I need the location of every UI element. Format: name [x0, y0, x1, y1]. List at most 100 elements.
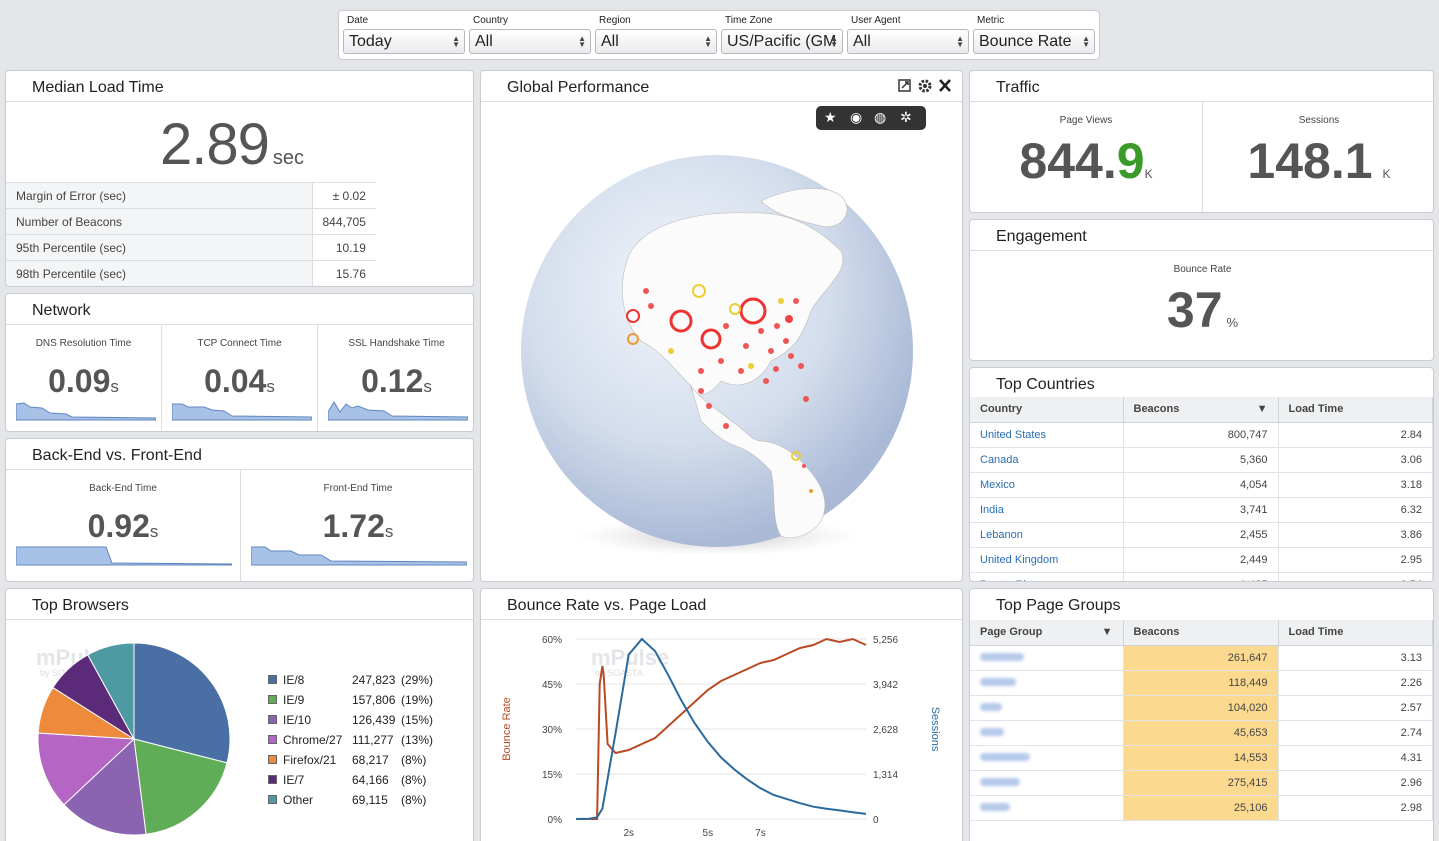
- filter-label: Country: [473, 15, 509, 26]
- pagegroup-link[interactable]: [970, 695, 1124, 721]
- table-row: Lebanon 2,455 3.86: [970, 522, 1433, 548]
- loadtime-cell: 2.95: [1278, 547, 1433, 573]
- table-row: 25,106 2.98: [970, 795, 1433, 821]
- timezone-select[interactable]: US/Pacific (GM ▲ ▼: [721, 29, 843, 54]
- column-header-beacons[interactable]: Beacons: [1123, 620, 1279, 646]
- bounce-rate-stat: Bounce Rate 37%: [970, 264, 1433, 339]
- loadtime-cell: 2.96: [1278, 770, 1433, 796]
- table-row: United Kingdom 2,449 2.95: [970, 547, 1433, 573]
- stat-label: DNS Resolution Time: [35, 338, 132, 349]
- pagegroup-link[interactable]: [970, 670, 1124, 696]
- panel-title: Back-End vs. Front-End: [32, 447, 202, 464]
- gear-icon[interactable]: ✲: [900, 109, 912, 126]
- loadtime-cell: 2.57: [1278, 695, 1433, 721]
- star-icon[interactable]: ★: [824, 109, 837, 126]
- country-link[interactable]: United States: [970, 422, 1124, 448]
- country-link[interactable]: Mexico: [970, 472, 1124, 498]
- column-header-beacons[interactable]: Beacons ▼: [1123, 397, 1279, 423]
- median-value: 2.89 sec: [160, 112, 305, 177]
- column-header-country[interactable]: Country: [970, 397, 1124, 423]
- legend-item: IE/9 157,806 (19%): [268, 691, 438, 711]
- tcp-stat: TCP Connect Time 0.04s: [162, 338, 317, 400]
- global-performance-panel: Global Performance ★ ◉ ◍ ✲: [480, 70, 963, 582]
- sort-desc-icon: ▼: [1256, 403, 1268, 415]
- legend-item: IE/8 247,823 (29%): [268, 671, 438, 691]
- y-tick-label: 0%: [548, 815, 563, 826]
- loadtime-cell: 3.06: [1278, 447, 1433, 473]
- country-link[interactable]: Canada: [970, 447, 1124, 473]
- legend-swatch: [268, 735, 277, 744]
- row-key: Margin of Error (sec): [6, 182, 313, 209]
- country-link[interactable]: Puerto Rico: [970, 572, 1124, 581]
- y2-tick-label: 3,942: [873, 680, 898, 691]
- y2-axis-label: Sessions: [929, 707, 941, 752]
- filter-label: User Agent: [851, 15, 901, 26]
- browser-pie-chart: [37, 642, 231, 836]
- panel-title: Median Load Time: [32, 79, 164, 96]
- globe-map: [521, 155, 913, 556]
- table-row: Canada 5,360 3.06: [970, 447, 1433, 473]
- y2-tick-label: 0: [873, 815, 879, 826]
- country-link[interactable]: United Kingdom: [970, 547, 1124, 573]
- frontend-sparkline: [251, 546, 467, 566]
- stat-value: 0.09s: [48, 363, 119, 399]
- beacons-cell: 14,553: [1123, 745, 1279, 771]
- settings-icon[interactable]: [918, 79, 932, 93]
- target-icon[interactable]: ◉: [850, 109, 862, 126]
- median-unit: sec: [272, 147, 305, 169]
- row-key: 98th Percentile (sec): [6, 260, 313, 286]
- network-panel: Network DNS Resolution Time 0.09s TCP Co…: [5, 293, 474, 432]
- beacons-cell: 2,455: [1123, 522, 1279, 548]
- top-page-groups-panel: Top Page Groups Page Group ▼ Beacons Load…: [969, 588, 1434, 841]
- table-row: Number of Beacons 844,705: [6, 208, 376, 235]
- table-row: 261,647 3.13: [970, 645, 1433, 671]
- pageviews-value: 844.9K: [1019, 133, 1153, 189]
- loadtime-cell: 2.54: [1278, 572, 1433, 581]
- beacons-cell: 2,449: [1123, 547, 1279, 573]
- sessions-stat: Sessions 148.1 K: [1203, 115, 1433, 190]
- column-header-pagegroup[interactable]: Page Group ▼: [970, 620, 1124, 646]
- beacons-cell: 275,415: [1123, 770, 1279, 796]
- panel-title: Top Page Groups: [996, 597, 1121, 614]
- pagegroup-link[interactable]: [970, 795, 1124, 821]
- date-select[interactable]: Today ▲ ▼: [343, 29, 465, 54]
- column-header-loadtime[interactable]: Load Time: [1278, 620, 1433, 646]
- y2-tick-label: 2,628: [873, 725, 898, 736]
- column-header-loadtime[interactable]: Load Time: [1278, 397, 1433, 423]
- pagegroup-link[interactable]: [970, 745, 1124, 771]
- country-link[interactable]: Lebanon: [970, 522, 1124, 548]
- loadtime-cell: 6.32: [1278, 497, 1433, 523]
- x-tick-label: 2s: [623, 828, 634, 839]
- table-row: Mexico 4,054 3.18: [970, 472, 1433, 498]
- pagegroup-link[interactable]: [970, 645, 1124, 671]
- loadtime-cell: 2.98: [1278, 795, 1433, 821]
- country-select[interactable]: All ▲ ▼: [469, 29, 591, 54]
- pagegroup-link[interactable]: [970, 720, 1124, 746]
- dns-stat: DNS Resolution Time 0.09s: [6, 338, 161, 400]
- legend-item: Other 69,115 (8%): [268, 791, 438, 811]
- country-link[interactable]: India: [970, 497, 1124, 523]
- table-row: 98th Percentile (sec) 15.76: [6, 260, 376, 286]
- select-arrows-icon: ▲ ▼: [1082, 34, 1090, 49]
- expand-icon[interactable]: [898, 79, 911, 92]
- loadtime-cell: 2.26: [1278, 670, 1433, 696]
- stat-label: TCP Connect Time: [197, 338, 282, 349]
- globe-icon[interactable]: ◍: [874, 109, 886, 126]
- table-row: United States 800,747 2.84: [970, 422, 1433, 448]
- metric-select[interactable]: Bounce Rate ▲ ▼: [973, 29, 1095, 54]
- pagegroup-link[interactable]: [970, 770, 1124, 796]
- useragent-select[interactable]: All ▲ ▼: [847, 29, 969, 54]
- y-tick-label: 15%: [542, 770, 562, 781]
- legend-swatch: [268, 695, 277, 704]
- stat-value: 1.72s: [322, 508, 394, 544]
- bounce-load-chart: 0% 15% 30% 45% 60% 0 1,314 2,628 3,942 5,256 2s 5s 7…: [501, 635, 941, 839]
- region-select[interactable]: All ▲ ▼: [595, 29, 717, 54]
- table-row: 95th Percentile (sec) 10.19: [6, 234, 376, 261]
- legend-item: Chrome/27 111,277 (13%): [268, 731, 438, 751]
- frontend-stat: Front-End Time 1.72s: [241, 483, 473, 545]
- beacons-cell: 5,360: [1123, 447, 1279, 473]
- beacons-cell: 3,741: [1123, 497, 1279, 523]
- sort-desc-icon: ▼: [1101, 626, 1113, 638]
- traffic-panel: Traffic Page Views 844.9K Sessions 148.1…: [969, 70, 1434, 213]
- close-icon[interactable]: [939, 79, 951, 92]
